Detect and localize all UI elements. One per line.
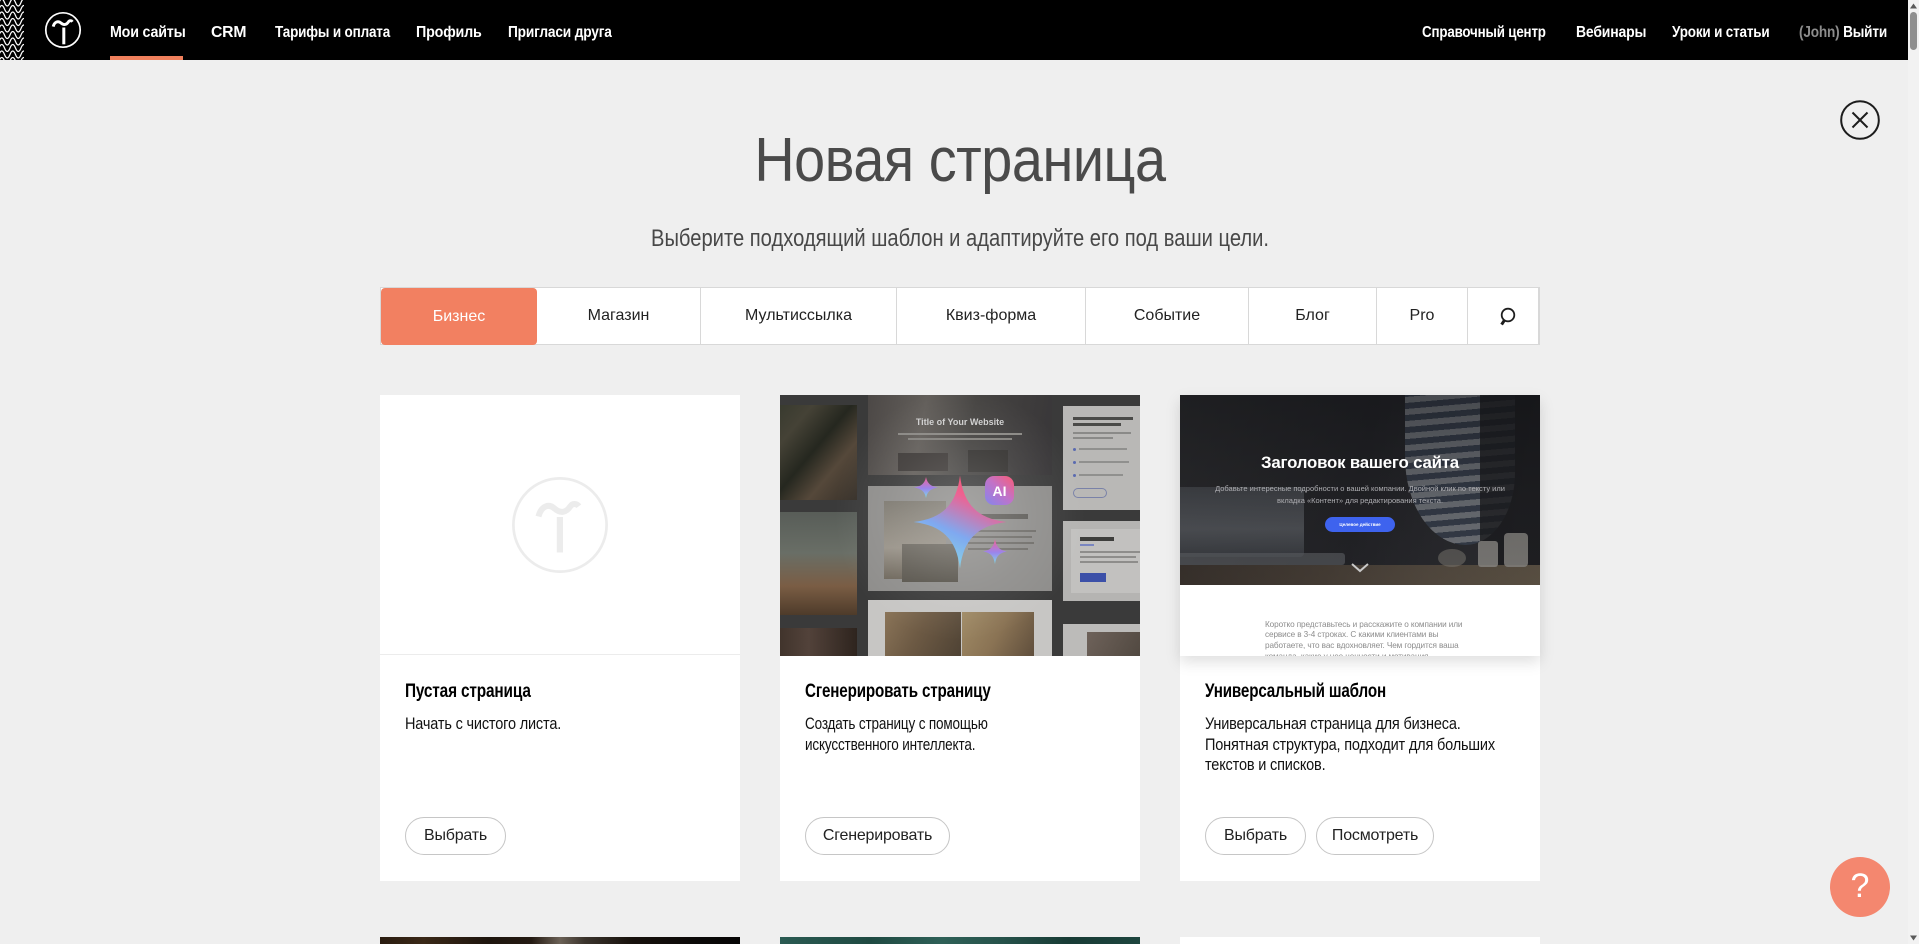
svg-text:AI: AI [993,483,1007,499]
